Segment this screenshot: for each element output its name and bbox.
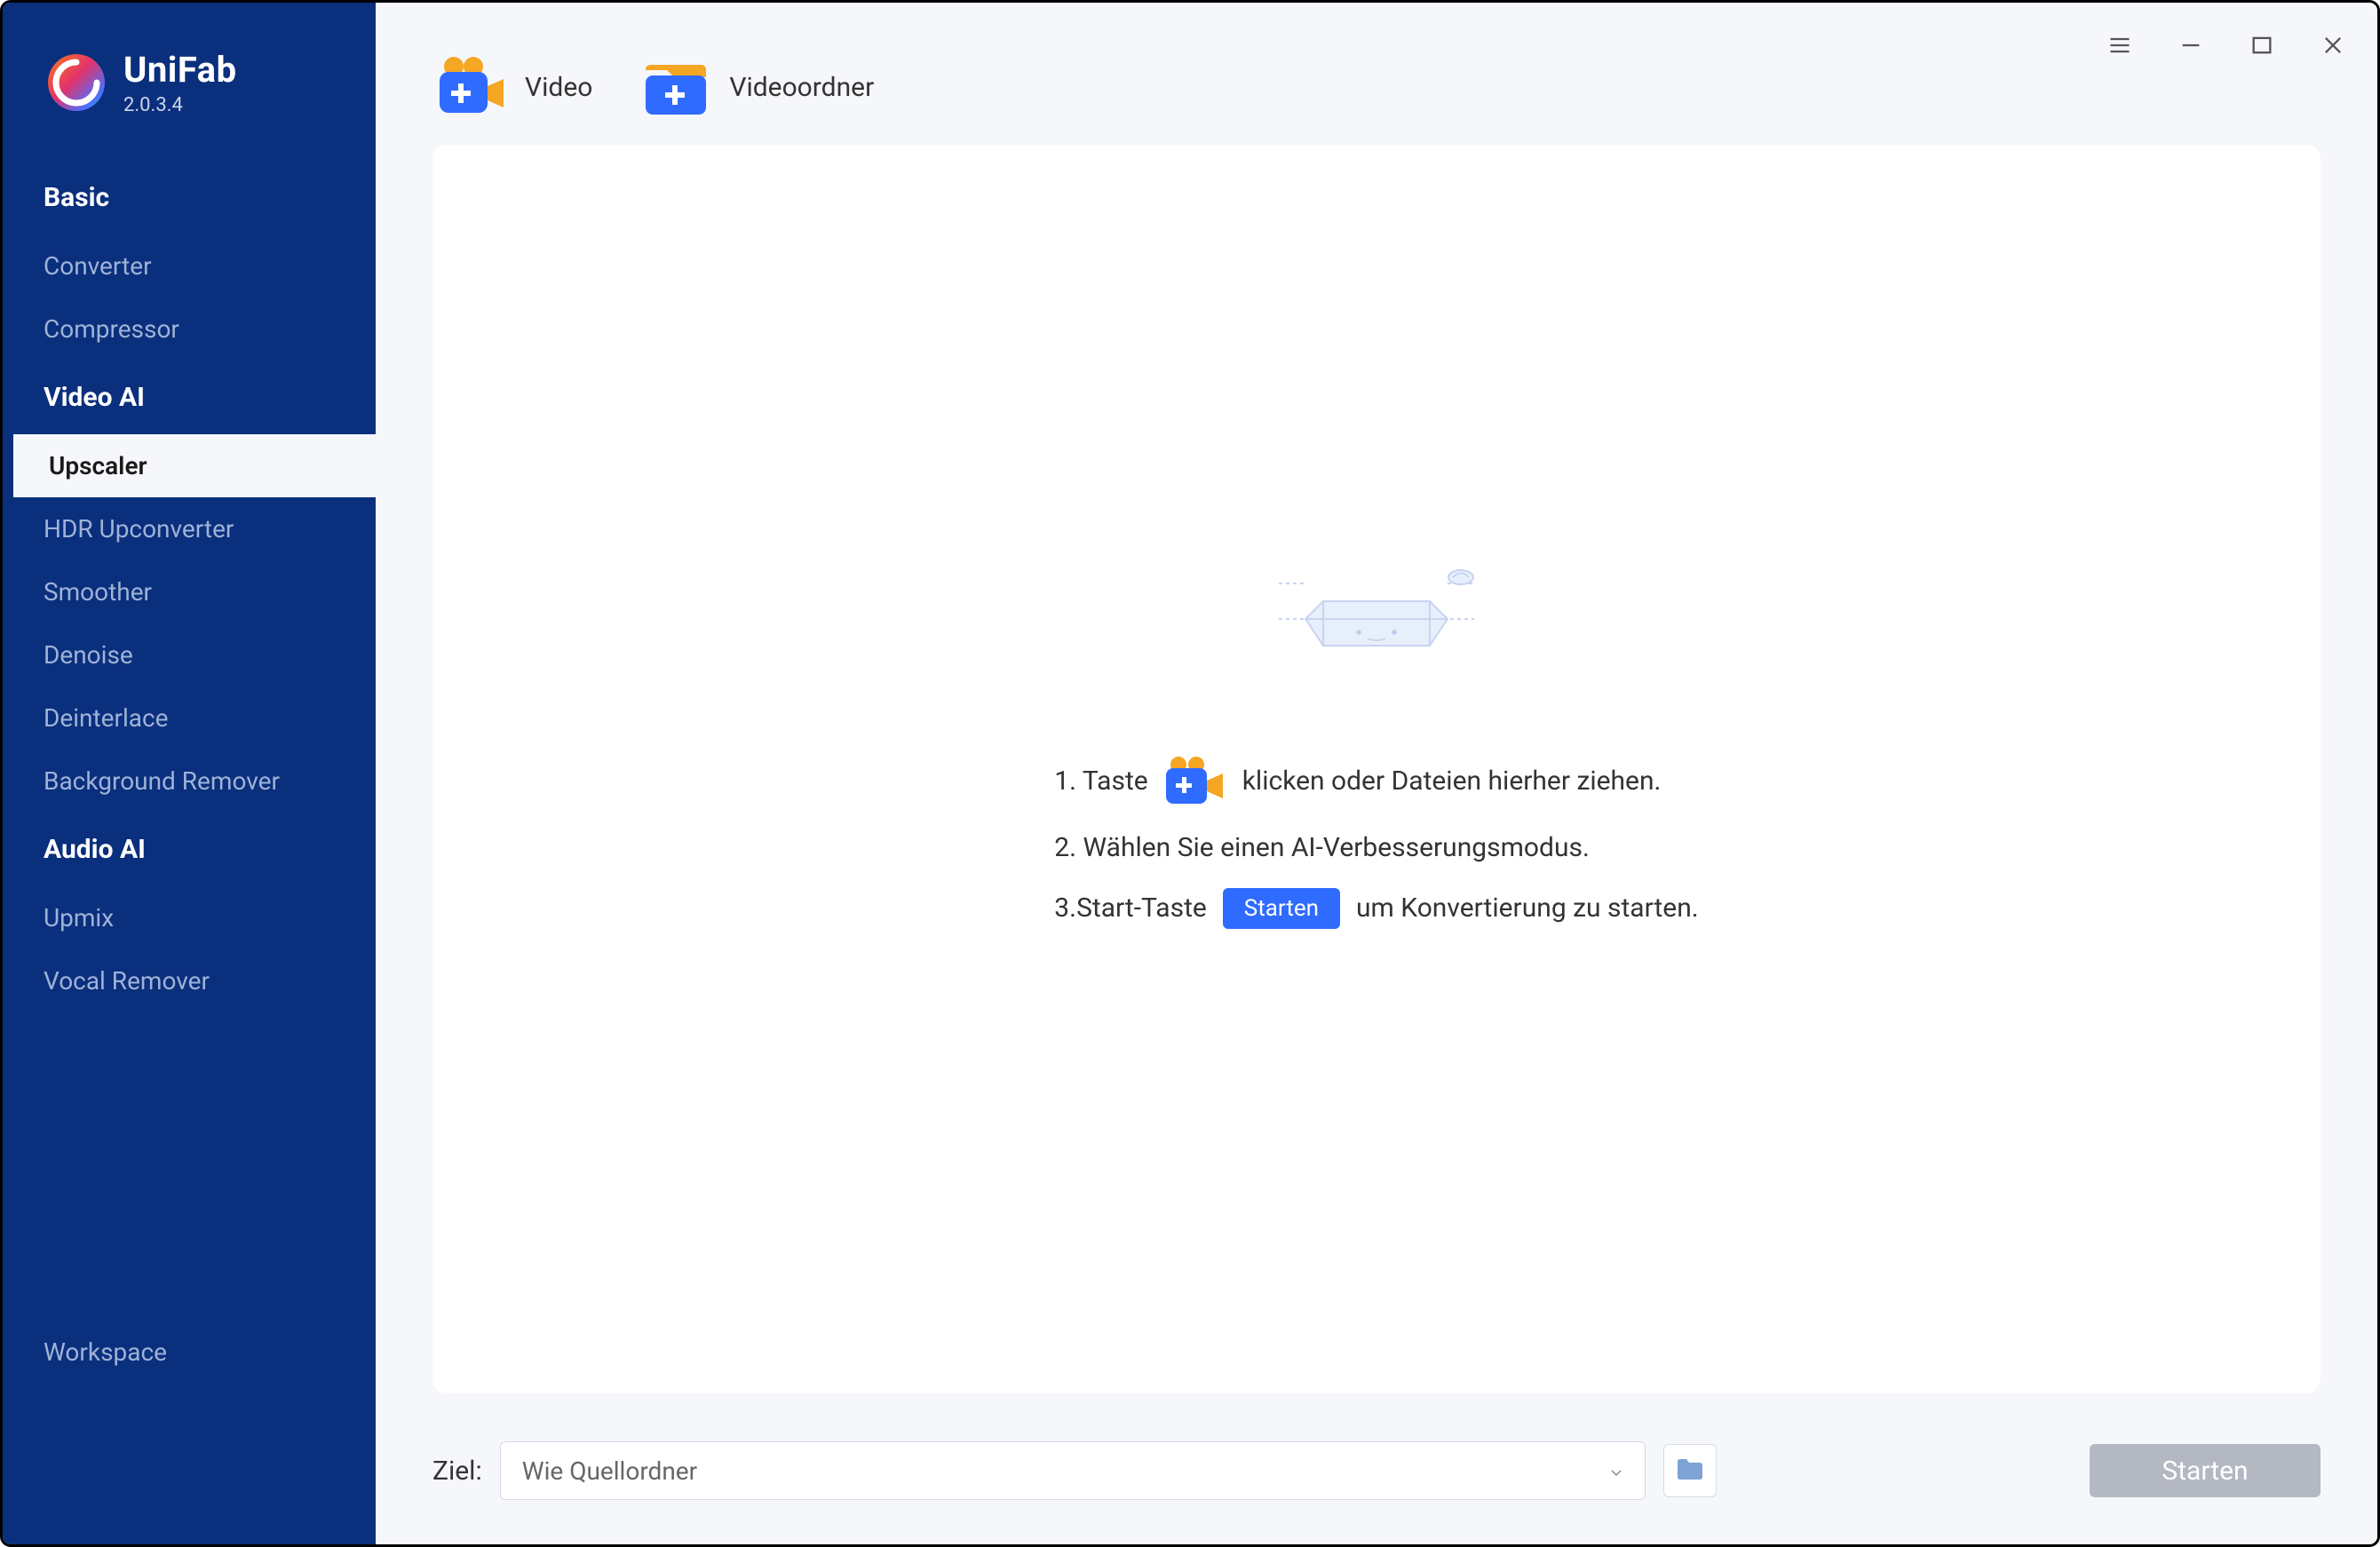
- app-logo-icon: [45, 52, 107, 114]
- sidebar-item-denoise[interactable]: Denoise: [3, 623, 376, 686]
- instruction-2: 2. Wählen Sie einen AI-Verbesserungsmodu…: [1054, 832, 1698, 863]
- folder-plus-icon: [642, 56, 710, 118]
- start-mini-button: Starten: [1223, 888, 1340, 929]
- sidebar-item-upmix[interactable]: Upmix: [3, 886, 376, 949]
- instructions: 1. Taste klicken oder Dateien: [1054, 756, 1698, 929]
- minimize-icon[interactable]: [2173, 28, 2209, 63]
- nav-section-video-ai: Video AI: [3, 361, 376, 434]
- footer: Ziel: Wie Quellordner Starten: [376, 1420, 2377, 1544]
- add-folder-label: Videoordner: [729, 72, 874, 103]
- sidebar-item-hdr-upconverter[interactable]: HDR Upconverter: [3, 497, 376, 560]
- add-folder-button[interactable]: Videoordner: [642, 56, 874, 118]
- instruction-2-text: 2. Wählen Sie einen AI-Verbesserungsmodu…: [1054, 832, 1590, 863]
- instruction-1: 1. Taste klicken oder Dateien: [1054, 756, 1698, 807]
- brand: UniFab 2.0.3.4: [3, 38, 376, 161]
- brand-name: UniFab: [123, 49, 237, 91]
- destination-select[interactable]: Wie Quellordner: [500, 1441, 1646, 1500]
- instruction-1-prefix: 1. Taste: [1054, 766, 1147, 797]
- dropzone-content: 1. Taste klicken oder Dateien: [1054, 557, 1698, 929]
- nav-section-audio-ai: Audio AI: [3, 813, 376, 886]
- video-plus-mini-icon: [1164, 756, 1226, 807]
- empty-illustration-icon: [1261, 557, 1492, 667]
- sidebar-item-converter[interactable]: Converter: [3, 234, 376, 298]
- chevron-down-icon: [1609, 1456, 1623, 1486]
- sidebar-item-smoother[interactable]: Smoother: [3, 560, 376, 623]
- maximize-icon[interactable]: [2244, 28, 2280, 63]
- dropzone[interactable]: 1. Taste klicken oder Dateien: [432, 145, 2320, 1393]
- folder-icon: [1676, 1456, 1704, 1485]
- destination-label: Ziel:: [432, 1456, 482, 1487]
- instruction-3: 3.Start-Taste Starten um Konvertierung z…: [1054, 888, 1698, 929]
- main-area: Video Videoordner: [376, 3, 2377, 1544]
- app-window: UniFab 2.0.3.4 Basic Converter Compresso…: [0, 0, 2380, 1547]
- sidebar-item-upscaler[interactable]: Upscaler: [3, 434, 376, 497]
- sidebar-item-background-remover[interactable]: Background Remover: [3, 750, 376, 813]
- brand-version: 2.0.3.4: [123, 94, 237, 116]
- instruction-3-prefix: 3.Start-Taste: [1054, 892, 1207, 924]
- add-video-label: Video: [525, 72, 592, 103]
- instruction-3-suffix: um Konvertierung zu starten.: [1356, 892, 1699, 924]
- nav-section-basic: Basic: [3, 161, 376, 234]
- start-button-label: Starten: [2162, 1456, 2248, 1487]
- menu-icon[interactable]: [2102, 28, 2138, 63]
- instruction-1-suffix: klicken oder Dateien hierher ziehen.: [1242, 766, 1662, 797]
- sidebar-item-workspace[interactable]: Workspace: [3, 1321, 376, 1544]
- destination-value: Wie Quellordner: [522, 1456, 697, 1486]
- sidebar-item-deinterlace[interactable]: Deinterlace: [3, 686, 376, 750]
- sidebar-item-vocal-remover[interactable]: Vocal Remover: [3, 949, 376, 1012]
- window-controls: [2102, 28, 2351, 63]
- start-button[interactable]: Starten: [2090, 1444, 2320, 1497]
- sidebar: UniFab 2.0.3.4 Basic Converter Compresso…: [3, 3, 376, 1544]
- video-plus-icon: [438, 56, 505, 118]
- add-video-button[interactable]: Video: [438, 56, 592, 118]
- top-actions: Video Videoordner: [376, 3, 2377, 145]
- close-icon[interactable]: [2315, 28, 2351, 63]
- browse-folder-button[interactable]: [1663, 1444, 1717, 1497]
- sidebar-item-compressor[interactable]: Compressor: [3, 298, 376, 361]
